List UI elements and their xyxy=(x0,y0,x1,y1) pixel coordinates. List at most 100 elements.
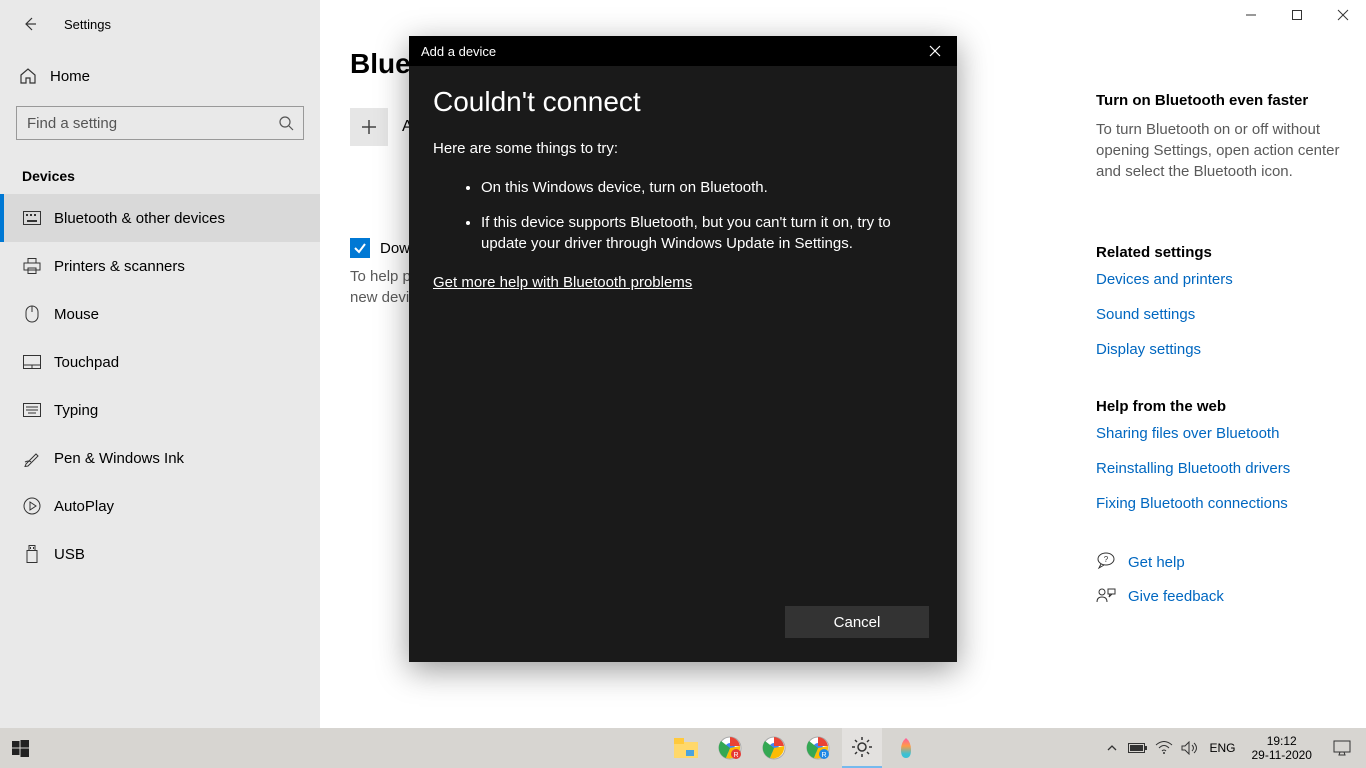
svg-text:?: ? xyxy=(1104,555,1109,564)
link-fixing-bluetooth[interactable]: Fixing Bluetooth connections xyxy=(1096,495,1346,512)
taskbar-file-explorer[interactable] xyxy=(666,728,706,768)
tray-language[interactable]: ENG xyxy=(1203,741,1241,755)
sidebar: Settings Home Devices Bluetooth & other … xyxy=(0,0,320,728)
tray-time: 19:12 xyxy=(1251,734,1312,748)
sidebar-item-label: Printers & scanners xyxy=(54,258,185,275)
chevron-up-icon xyxy=(1106,742,1118,754)
cancel-button[interactable]: Cancel xyxy=(785,606,929,638)
dialog-suggestion-list: On this Windows device, turn on Bluetoot… xyxy=(433,177,933,254)
rp-heading-webhelp: Help from the web xyxy=(1096,398,1346,415)
give-feedback-label: Give feedback xyxy=(1128,588,1224,605)
dialog-suggestion-item: If this device supports Bluetooth, but y… xyxy=(481,212,933,254)
tray-clock[interactable]: 19:12 29-11-2020 xyxy=(1241,734,1322,763)
gear-icon xyxy=(851,736,873,758)
taskbar-paint3d[interactable] xyxy=(886,728,926,768)
keyboard-icon xyxy=(22,208,42,228)
paint-icon xyxy=(895,736,917,760)
sidebar-item-pen[interactable]: Pen & Windows Ink xyxy=(0,434,320,482)
link-sound-settings[interactable]: Sound settings xyxy=(1096,306,1346,323)
search-icon xyxy=(278,115,294,131)
sidebar-item-bluetooth[interactable]: Bluetooth & other devices xyxy=(0,194,320,242)
tray-battery[interactable] xyxy=(1125,728,1151,768)
taskbar-settings[interactable] xyxy=(842,728,882,768)
chrome-icon xyxy=(762,736,786,760)
usb-icon xyxy=(22,544,42,564)
dialog-suggestion-item: On this Windows device, turn on Bluetoot… xyxy=(481,177,933,198)
mouse-icon xyxy=(22,304,42,324)
dialog-titlebar: Add a device xyxy=(409,36,957,66)
search-container xyxy=(16,106,304,140)
home-icon xyxy=(18,66,38,86)
add-device-dialog: Add a device Couldn't connect Here are s… xyxy=(409,36,957,662)
taskbar-chrome-2[interactable] xyxy=(754,728,794,768)
autoplay-icon xyxy=(22,496,42,516)
sidebar-item-usb[interactable]: USB xyxy=(0,530,320,578)
start-button[interactable] xyxy=(0,728,40,768)
dialog-heading: Couldn't connect xyxy=(433,86,933,118)
svg-text:R: R xyxy=(734,752,739,759)
dialog-close-button[interactable] xyxy=(925,41,945,61)
sidebar-item-mouse[interactable]: Mouse xyxy=(0,290,320,338)
chrome-icon: R xyxy=(806,736,830,760)
section-heading: Devices xyxy=(22,168,320,184)
sidebar-item-label: USB xyxy=(54,546,85,563)
notification-icon xyxy=(1333,740,1351,756)
search-input[interactable] xyxy=(16,106,304,140)
battery-icon xyxy=(1128,742,1148,754)
close-icon xyxy=(929,45,941,57)
svg-text:R: R xyxy=(822,752,827,759)
taskbar: R R ENG 19:12 29-11-2020 xyxy=(0,728,1366,768)
volume-icon xyxy=(1181,741,1199,755)
sidebar-item-printers[interactable]: Printers & scanners xyxy=(0,242,320,290)
wifi-icon xyxy=(1155,741,1173,755)
taskbar-chrome-3[interactable]: R xyxy=(798,728,838,768)
sidebar-item-label: Bluetooth & other devices xyxy=(54,210,225,227)
sidebar-item-label: AutoPlay xyxy=(54,498,114,515)
link-devices-printers[interactable]: Devices and printers xyxy=(1096,271,1346,288)
folder-icon xyxy=(674,738,698,758)
link-sharing-bluetooth[interactable]: Sharing files over Bluetooth xyxy=(1096,425,1346,442)
right-panel: Turn on Bluetooth even faster To turn Bl… xyxy=(1096,92,1346,620)
taskbar-chrome-1[interactable]: R xyxy=(710,728,750,768)
metered-checkbox[interactable] xyxy=(350,238,370,258)
get-help-label: Get help xyxy=(1128,554,1185,571)
link-display-settings[interactable]: Display settings xyxy=(1096,341,1346,358)
printer-icon xyxy=(22,256,42,276)
tray-volume[interactable] xyxy=(1177,728,1203,768)
rp-heading-turnon: Turn on Bluetooth even faster xyxy=(1096,92,1346,109)
touchpad-icon xyxy=(22,352,42,372)
sidebar-item-autoplay[interactable]: AutoPlay xyxy=(0,482,320,530)
sidebar-item-touchpad[interactable]: Touchpad xyxy=(0,338,320,386)
dialog-title: Add a device xyxy=(421,44,496,59)
typing-icon xyxy=(22,400,42,420)
feedback-icon xyxy=(1096,586,1116,606)
chrome-icon: R xyxy=(718,736,742,760)
sidebar-item-label: Mouse xyxy=(54,306,99,323)
back-button[interactable] xyxy=(18,12,42,36)
rp-heading-related: Related settings xyxy=(1096,244,1346,261)
windows-icon xyxy=(12,740,29,757)
sidebar-item-label: Touchpad xyxy=(54,354,119,371)
dialog-help-link[interactable]: Get more help with Bluetooth problems xyxy=(433,274,692,291)
arrow-left-icon xyxy=(22,16,38,32)
checkmark-icon xyxy=(353,241,367,255)
system-tray: ENG 19:12 29-11-2020 xyxy=(1099,728,1366,768)
help-icon: ? xyxy=(1096,552,1116,572)
tray-date: 29-11-2020 xyxy=(1251,748,1312,762)
sidebar-item-label: Pen & Windows Ink xyxy=(54,450,184,467)
window-title: Settings xyxy=(64,17,111,32)
rp-text: To turn Bluetooth on or off without open… xyxy=(1096,119,1346,182)
home-nav[interactable]: Home xyxy=(0,56,320,96)
give-feedback-action[interactable]: Give feedback xyxy=(1096,586,1346,606)
dialog-subtext: Here are some things to try: xyxy=(433,140,933,157)
tray-wifi[interactable] xyxy=(1151,728,1177,768)
home-label: Home xyxy=(50,68,90,85)
get-help-action[interactable]: ? Get help xyxy=(1096,552,1346,572)
tray-overflow[interactable] xyxy=(1099,728,1125,768)
pen-icon xyxy=(22,448,42,468)
action-center-button[interactable] xyxy=(1322,728,1362,768)
sidebar-item-typing[interactable]: Typing xyxy=(0,386,320,434)
link-reinstall-drivers[interactable]: Reinstalling Bluetooth drivers xyxy=(1096,460,1346,477)
sidebar-item-label: Typing xyxy=(54,402,98,419)
plus-icon xyxy=(350,108,388,146)
